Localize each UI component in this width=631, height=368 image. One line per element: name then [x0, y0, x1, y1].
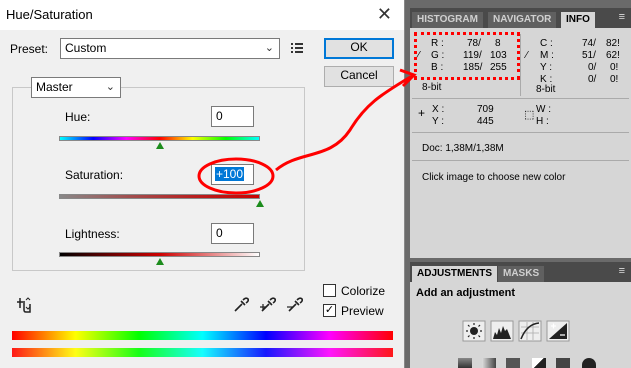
dialog-title: Hue/Saturation	[6, 7, 93, 22]
eyedropper-icon[interactable]	[233, 297, 249, 313]
hue-slider-thumb[interactable]	[155, 142, 164, 149]
tab-navigator[interactable]: NAVIGATOR	[488, 12, 557, 28]
rgb-highlight-box	[414, 32, 520, 80]
preset-select[interactable]: Custom ⌄	[60, 38, 280, 59]
cmyk-m-label: M :	[540, 50, 554, 61]
crosshair-icon: +	[418, 106, 426, 120]
photo-filter-icon[interactable]	[556, 358, 570, 368]
lightness-slider-track[interactable]	[59, 252, 260, 257]
dialog-titlebar: Hue/Saturation ✕	[0, 0, 404, 30]
saturation-label: Saturation:	[65, 168, 124, 182]
info-divider	[412, 98, 629, 99]
input-color-spectrum	[12, 331, 393, 340]
info-panel: HISTOGRAM NAVIGATOR INFO ≡ R : ⁄ G : B :…	[410, 8, 631, 258]
info-divider	[412, 132, 629, 133]
hue-slider-track[interactable]	[59, 136, 260, 141]
channel-select[interactable]: Master ⌄	[31, 77, 121, 98]
selection-size-icon: ⬚	[524, 109, 535, 121]
preview-checkbox[interactable]: ✓	[323, 304, 336, 317]
brightness-contrast-icon[interactable]	[462, 320, 486, 342]
h-label: H :	[536, 116, 549, 127]
tab-masks[interactable]: MASKS	[498, 266, 545, 282]
cmyk-y-label: Y :	[540, 62, 553, 73]
adjustments-heading: Add an adjustment	[416, 287, 516, 299]
preset-value: Custom	[65, 41, 107, 55]
preset-label: Preset:	[10, 42, 49, 56]
colorize-label: Colorize	[341, 284, 386, 298]
channel-mixer-icon[interactable]	[582, 358, 596, 368]
panel-menu-icon[interactable]: ≡	[619, 265, 625, 277]
cmyk-k-after: 0!	[610, 74, 619, 85]
channel-value: Master	[36, 80, 73, 94]
on-image-adjust-icon[interactable]	[14, 296, 34, 314]
y-value: 445	[477, 116, 494, 127]
chevron-down-icon: ⌄	[105, 81, 115, 93]
hue-input[interactable]: 0	[211, 106, 254, 127]
adjustments-panel: ADJUSTMENTS MASKS ≡ Add an adjustment	[410, 262, 631, 368]
cmyk-m-after: 62!	[606, 50, 620, 61]
saturation-highlight-scribble	[197, 157, 275, 195]
hue-label: Hue:	[65, 110, 91, 124]
x-label: X :	[432, 104, 445, 115]
cmyk-k-before: 0/	[588, 74, 597, 85]
exposure-icon[interactable]	[546, 320, 570, 342]
close-icon[interactable]: ✕	[377, 4, 392, 25]
lightness-input[interactable]: 0	[211, 223, 254, 244]
lightness-slider-thumb[interactable]	[155, 258, 164, 265]
preview-label: Preview	[341, 304, 384, 318]
panel-menu-icon[interactable]: ≡	[619, 11, 625, 23]
checkmark-icon: ✓	[324, 304, 335, 316]
adjustments-panel-tabbar: ADJUSTMENTS MASKS ≡	[410, 262, 631, 282]
chevron-down-icon: ⌄	[264, 42, 274, 54]
eyedropper-small-icon: ⁄	[526, 50, 528, 61]
cancel-button[interactable]: Cancel	[324, 66, 394, 87]
tab-adjustments[interactable]: ADJUSTMENTS	[412, 266, 498, 282]
preset-options-icon[interactable]	[291, 42, 305, 54]
tab-histogram[interactable]: HISTOGRAM	[412, 12, 483, 28]
info-hint: Click image to choose new color	[422, 172, 566, 183]
cmyk-c-before: 74/	[582, 38, 596, 49]
output-color-spectrum	[12, 348, 393, 357]
bit-depth-left: 8-bit	[422, 82, 442, 93]
y-label: Y :	[432, 116, 445, 127]
info-divider	[412, 160, 629, 161]
eyedropper-plus-icon[interactable]	[260, 297, 276, 313]
curves-icon[interactable]	[518, 320, 542, 342]
cmyk-y-before: 0/	[588, 62, 597, 73]
cmyk-c-label: C :	[540, 38, 553, 49]
doc-size: Doc: 1,38M/1,38M	[422, 143, 504, 154]
bit-depth-right: 8-bit	[536, 84, 556, 95]
tab-info[interactable]: INFO	[561, 12, 595, 28]
vibrance-icon[interactable]	[458, 358, 472, 368]
hue-saturation-icon[interactable]	[482, 358, 496, 368]
cmyk-m-before: 51/	[582, 50, 596, 61]
colorize-checkbox[interactable]	[323, 284, 336, 297]
eyedropper-minus-icon[interactable]	[287, 297, 303, 313]
info-panel-tabbar: HISTOGRAM NAVIGATOR INFO ≡	[410, 8, 631, 28]
x-value: 709	[477, 104, 494, 115]
ok-button[interactable]: OK	[324, 38, 394, 59]
color-balance-icon[interactable]	[506, 358, 520, 368]
hue-saturation-dialog: Hue/Saturation ✕ Preset: Custom ⌄ OK Can…	[0, 0, 405, 368]
w-label: W :	[536, 104, 551, 115]
black-white-icon[interactable]	[532, 358, 546, 368]
info-divider	[520, 34, 521, 96]
cmyk-y-after: 0!	[610, 62, 619, 73]
cmyk-c-after: 82!	[606, 38, 620, 49]
levels-icon[interactable]	[490, 320, 514, 342]
lightness-label: Lightness:	[65, 227, 120, 241]
saturation-slider-thumb[interactable]	[256, 200, 264, 207]
